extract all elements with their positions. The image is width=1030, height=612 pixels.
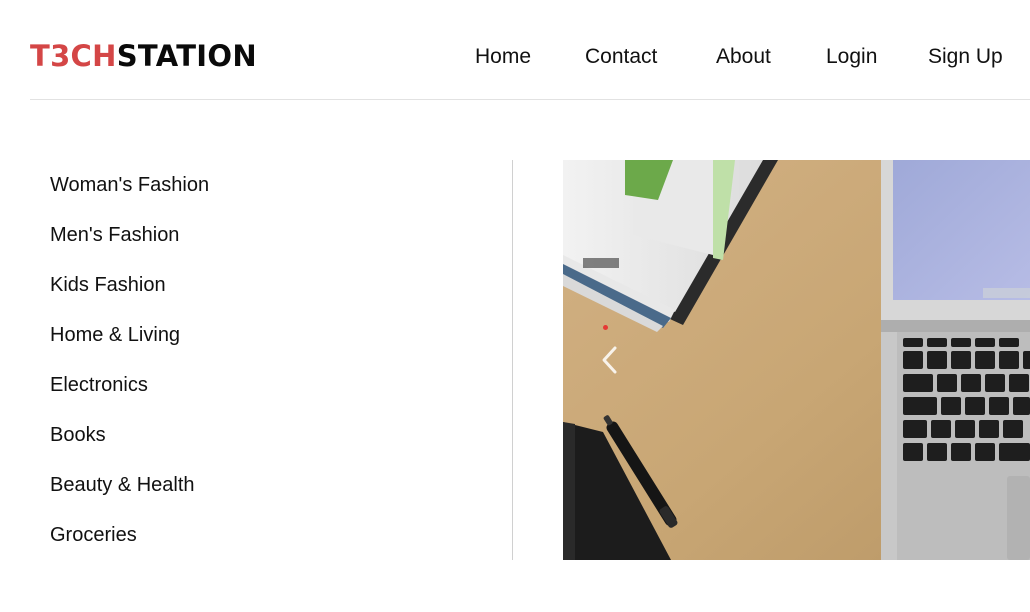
category-beauty-health[interactable]: Beauty & Health [50,472,195,498]
category-kids-fashion[interactable]: Kids Fashion [50,272,166,298]
carousel-indicator-dot[interactable] [603,325,608,330]
hero-banner-carousel[interactable] [563,160,1030,560]
site-header: T3CHSTATION Home Contact About Login Sig… [30,0,1030,100]
category-home-living[interactable]: Home & Living [50,322,180,348]
nav-sign-up[interactable]: Sign Up [928,43,1003,71]
category-groceries[interactable]: Groceries [50,522,137,548]
site-logo[interactable]: T3CHSTATION [30,39,257,73]
logo-dark-part: STATION [116,39,257,73]
category-womans-fashion[interactable]: Woman's Fashion [50,172,209,198]
category-mens-fashion[interactable]: Men's Fashion [50,222,179,248]
nav-contact[interactable]: Contact [585,43,657,71]
nav-home[interactable]: Home [475,43,531,71]
nav-about[interactable]: About [716,43,771,71]
chevron-left-icon[interactable] [595,340,625,380]
category-books[interactable]: Books [50,422,106,448]
nav-login[interactable]: Login [826,43,877,71]
category-electronics[interactable]: Electronics [50,372,148,398]
banner-image [563,160,1030,560]
logo-red-part: T3CH [30,39,117,73]
category-sidebar: Woman's Fashion Men's Fashion Kids Fashi… [30,160,513,560]
